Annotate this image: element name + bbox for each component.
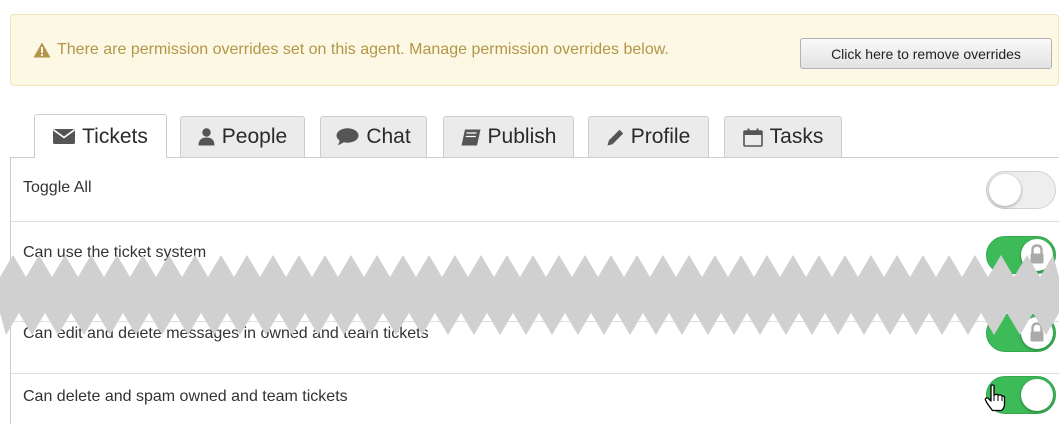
- warning-icon: [33, 42, 51, 58]
- tab-label: Tickets: [82, 124, 148, 148]
- toggle-knob: [989, 174, 1021, 206]
- permission-tabs: Tickets People Chat Publish Profile Task…: [0, 114, 1059, 158]
- torn-edge-separator: [0, 255, 1059, 335]
- tab-profile[interactable]: Profile: [588, 116, 709, 157]
- chat-bubble-icon: [336, 128, 359, 146]
- calendar-icon: [742, 128, 763, 147]
- tab-label: Tasks: [769, 125, 824, 148]
- tab-label: Publish: [487, 125, 557, 148]
- pencil-icon: [607, 129, 623, 145]
- hand-cursor-icon: [984, 384, 1006, 412]
- toggle-knob: [1021, 379, 1053, 411]
- person-icon: [198, 128, 215, 146]
- permission-row-delete-spam-tickets: Can delete and spam owned and team ticke…: [11, 374, 1059, 424]
- toggle-all-switch[interactable]: [986, 171, 1056, 209]
- permission-label: Can delete and spam owned and team ticke…: [23, 388, 348, 405]
- tab-publish[interactable]: Publish: [443, 116, 574, 157]
- remove-overrides-button[interactable]: Click here to remove overrides: [800, 38, 1052, 69]
- tab-tasks[interactable]: Tasks: [724, 116, 842, 157]
- envelope-icon: [53, 129, 76, 144]
- tab-chat[interactable]: Chat: [320, 116, 427, 157]
- permission-row-toggle-all: Toggle All: [11, 158, 1059, 222]
- tab-label: People: [221, 125, 288, 148]
- tab-people[interactable]: People: [180, 116, 305, 157]
- notice-text: There are permission overrides set on th…: [57, 41, 669, 58]
- tab-tickets[interactable]: Tickets: [34, 114, 167, 158]
- override-notice: There are permission overrides set on th…: [10, 14, 1059, 86]
- tab-label: Chat: [366, 125, 411, 148]
- tab-label: Profile: [630, 125, 691, 148]
- book-icon: [461, 129, 481, 145]
- notice-message: There are permission overrides set on th…: [33, 41, 669, 59]
- permission-label: Toggle All: [23, 179, 92, 196]
